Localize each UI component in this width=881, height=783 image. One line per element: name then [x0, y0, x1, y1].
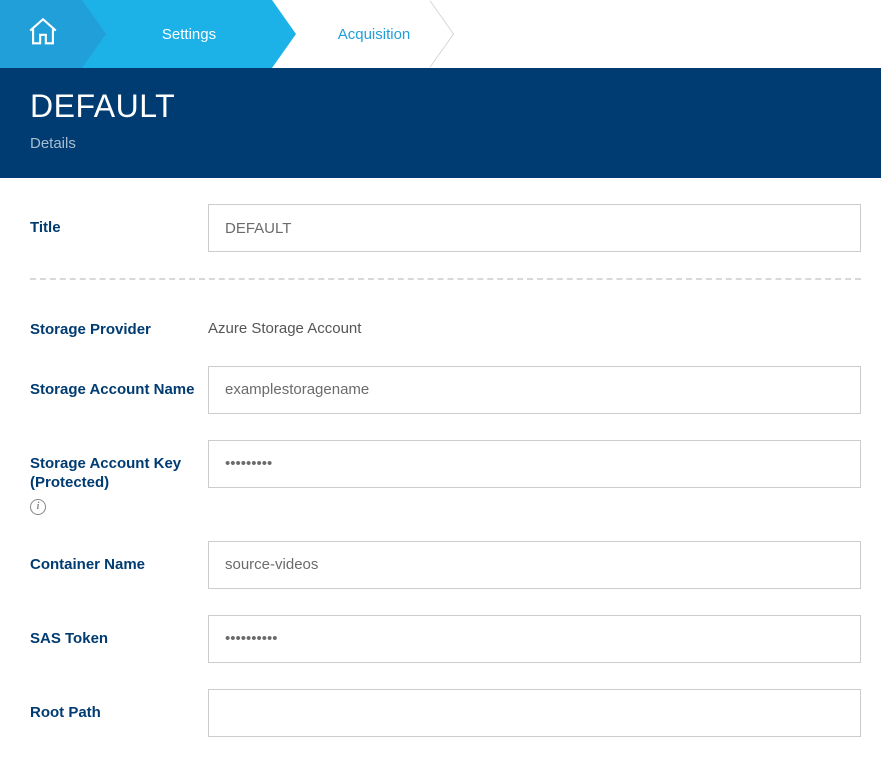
input-container-name[interactable]: [208, 541, 861, 589]
breadcrumb-settings-label: Settings: [162, 26, 216, 43]
row-sas-token: SAS Token: [30, 615, 861, 663]
row-storage-account-key: Storage Account Key (Protected) i: [30, 440, 861, 515]
input-root-path[interactable]: [208, 689, 861, 737]
label-sas-token: SAS Token: [30, 615, 208, 649]
label-storage-account-key-text: Storage Account Key (Protected): [30, 454, 208, 493]
page-header: DEFAULT Details: [0, 68, 881, 178]
input-title[interactable]: [208, 204, 861, 252]
row-storage-provider: Storage Provider Azure Storage Account: [30, 306, 861, 340]
value-storage-provider: Azure Storage Account: [208, 306, 861, 337]
breadcrumb-acquisition-label: Acquisition: [338, 26, 411, 43]
row-root-path: Root Path: [30, 689, 861, 737]
label-storage-account-name: Storage Account Name: [30, 366, 208, 400]
form-area: Title Storage Provider Azure Storage Acc…: [0, 178, 881, 783]
input-storage-account-name[interactable]: [208, 366, 861, 414]
label-title: Title: [30, 204, 208, 238]
label-storage-account-key: Storage Account Key (Protected) i: [30, 440, 208, 515]
input-storage-account-key[interactable]: [208, 440, 861, 488]
row-title: Title: [30, 204, 861, 252]
divider: [30, 278, 861, 280]
info-icon[interactable]: i: [30, 499, 46, 515]
page-subtitle: Details: [30, 135, 851, 152]
row-container-name: Container Name: [30, 541, 861, 589]
breadcrumb-acquisition[interactable]: Acquisition: [272, 0, 452, 68]
home-icon: [26, 15, 60, 53]
label-storage-provider: Storage Provider: [30, 306, 208, 340]
input-sas-token[interactable]: [208, 615, 861, 663]
label-root-path: Root Path: [30, 689, 208, 723]
label-container-name: Container Name: [30, 541, 208, 575]
breadcrumb: Settings Acquisition: [0, 0, 881, 68]
row-storage-account-name: Storage Account Name: [30, 366, 861, 414]
breadcrumb-settings[interactable]: Settings: [82, 0, 272, 68]
page-title: DEFAULT: [30, 88, 851, 125]
breadcrumb-home[interactable]: [0, 0, 82, 68]
